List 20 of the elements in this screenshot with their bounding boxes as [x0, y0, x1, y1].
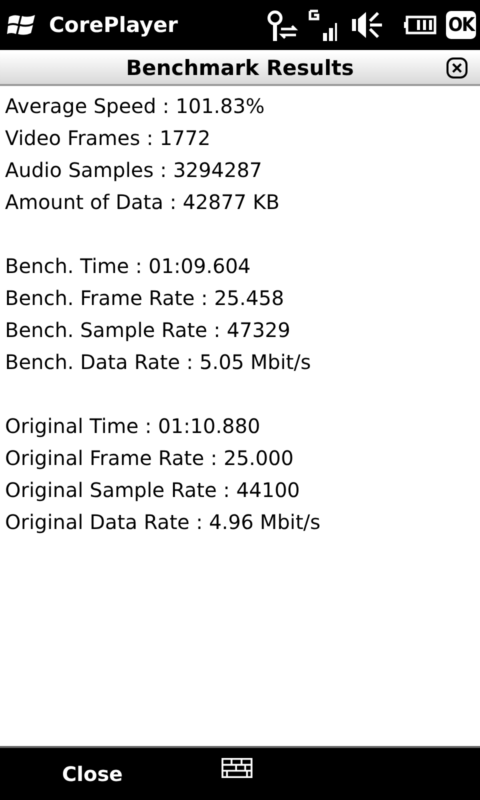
result-line: Video Frames : 1772	[5, 125, 212, 152]
result-line: Bench. Time : 01:09.604	[5, 253, 252, 280]
keyboard-icon[interactable]	[221, 758, 253, 778]
result-line: Bench. Sample Rate : 47329	[5, 317, 292, 344]
result-line: Original Time : 01:10.880	[5, 413, 262, 440]
dialog-title: Benchmark Results	[126, 56, 354, 80]
ok-button[interactable]: OK	[446, 11, 476, 39]
result-line: Audio Samples : 3294287	[5, 157, 264, 184]
result-line: Average Speed : 101.83%	[5, 93, 266, 120]
close-button[interactable]: Close	[60, 758, 125, 790]
result-line: Bench. Data Rate : 5.05 Mbit/s	[5, 349, 312, 376]
result-line: Original Data Rate : 4.96 Mbit/s	[5, 509, 322, 536]
close-icon[interactable]	[446, 57, 468, 79]
app-title: CorePlayer	[49, 13, 179, 37]
result-line: Bench. Frame Rate : 25.458	[5, 285, 286, 312]
antenna-icon[interactable]	[266, 9, 300, 41]
result-line: Original Frame Rate : 25.000	[5, 445, 295, 472]
speaker-muted-icon[interactable]	[350, 9, 384, 41]
result-line: Original Sample Rate : 44100	[5, 477, 301, 504]
result-line: Amount of Data : 42877 KB	[5, 189, 281, 216]
